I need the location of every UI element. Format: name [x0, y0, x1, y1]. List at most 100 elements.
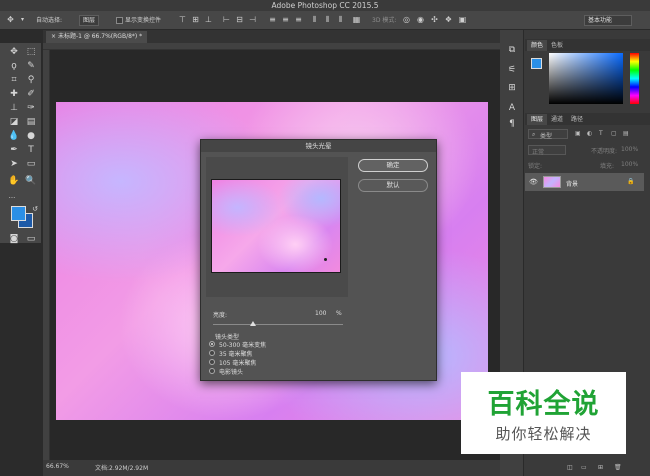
properties-panel-icon[interactable]: ⚟	[506, 64, 518, 76]
lens-option-3-radio[interactable]	[209, 359, 215, 365]
layer-filter-dropdown[interactable]: ⌕ 类型	[528, 129, 568, 140]
workspace-dropdown[interactable]: 基本功能	[584, 15, 632, 26]
roll-3d-icon[interactable]: ◉	[416, 15, 425, 25]
opacity-value[interactable]: 100%	[621, 146, 638, 153]
lens-flare-dialog: 镜头光晕 确定 默认 亮度: 100 % 镜头类型 50-300 毫米变焦 35…	[200, 139, 437, 381]
foreground-color-swatch[interactable]	[11, 206, 26, 221]
align-right-icon[interactable]: ⊣	[248, 15, 257, 25]
tab-paths[interactable]: 路径	[567, 114, 587, 125]
ok-button[interactable]: 确定	[358, 159, 428, 172]
tab-swatches[interactable]: 色板	[547, 40, 567, 51]
brush-tool-icon[interactable]: ✐	[25, 88, 37, 100]
brightness-slider-thumb[interactable]	[250, 321, 257, 326]
hand-tool-icon[interactable]: ✋	[8, 175, 20, 187]
filter-shape-icon[interactable]: ▢	[611, 130, 617, 137]
character-panel-icon[interactable]: A	[506, 102, 518, 114]
eyedropper-tool-icon[interactable]: ⚲	[25, 74, 37, 86]
marquee-tool-icon[interactable]: ⬚	[25, 46, 37, 58]
filter-type-icon[interactable]: T	[599, 130, 603, 137]
type-tool-icon[interactable]: T	[25, 144, 37, 156]
scale-3d-icon[interactable]: ▣	[458, 15, 467, 25]
align-top-icon[interactable]: ⊤	[178, 15, 187, 25]
brightness-slider[interactable]	[213, 324, 343, 325]
orbit-3d-icon[interactable]: ◎	[402, 15, 411, 25]
distribute-bottom-icon[interactable]: ≡	[294, 15, 303, 25]
flare-preview[interactable]	[211, 179, 341, 273]
move-tool-icon[interactable]: ✥	[8, 46, 20, 58]
color-panel-tabs: 颜色 色板	[525, 39, 650, 51]
layer-name[interactable]: 背景	[566, 179, 578, 188]
path-select-tool-icon[interactable]: ➤	[8, 158, 20, 170]
document-tab[interactable]: × 未标题-1 @ 66.7%(RGB/8*) *	[46, 31, 148, 43]
panel-foreground-swatch[interactable]	[531, 58, 542, 69]
align-middle-icon[interactable]: ⊞	[191, 15, 200, 25]
filter-adjustment-icon[interactable]: ◐	[587, 130, 592, 137]
chevron-down-icon[interactable]: ▾	[18, 15, 27, 25]
show-transform-checkbox[interactable]	[116, 17, 123, 24]
more-tools-icon[interactable]: ···	[6, 192, 18, 204]
history-panel-icon[interactable]: ⧉	[506, 44, 518, 56]
lens-option-4-radio[interactable]	[209, 368, 215, 374]
flare-center-handle[interactable]	[324, 258, 327, 261]
gradient-tool-icon[interactable]: ▤	[25, 116, 37, 128]
reset-button[interactable]: 默认	[358, 179, 428, 192]
align-left-icon[interactable]: ⊢	[222, 15, 231, 25]
pen-tool-icon[interactable]: ✒	[8, 144, 20, 156]
distribute-center-icon[interactable]: ⦀	[323, 15, 332, 25]
document-info[interactable]: 文档:2.92M/2.92M	[95, 463, 148, 472]
zoom-level[interactable]: 66.67%	[46, 463, 69, 470]
distribute-middle-icon[interactable]: ≡	[281, 15, 290, 25]
paragraph-panel-icon[interactable]: ¶	[506, 118, 518, 130]
watermark: 百科全说 助你轻松解决	[461, 372, 626, 454]
pan-3d-icon[interactable]: ✣	[430, 15, 439, 25]
new-layer-icon[interactable]: ⊞	[598, 464, 603, 471]
blend-mode-dropdown[interactable]: 正常	[528, 145, 566, 156]
distribute-left-icon[interactable]: ⦀	[310, 15, 319, 25]
filter-smart-object-icon[interactable]: ▤	[623, 130, 629, 137]
new-group-icon[interactable]: ▭	[581, 464, 587, 471]
fill-value[interactable]: 100%	[621, 161, 638, 168]
slide-3d-icon[interactable]: ❖	[444, 15, 453, 25]
hue-slider[interactable]	[630, 53, 639, 104]
align-bottom-icon[interactable]: ⊥	[204, 15, 213, 25]
auto-select-dropdown[interactable]: 图层	[79, 15, 100, 26]
adjustments-panel-icon[interactable]: ⊞	[506, 82, 518, 94]
zoom-tool-icon[interactable]: 🔍	[25, 175, 37, 187]
auto-align-icon[interactable]: ▦	[352, 15, 361, 25]
add-mask-icon[interactable]: ◫	[567, 464, 573, 471]
options-bar: ✥ ▾ 自动选择: 图层 显示变换控件 ⊤ ⊞ ⊥ ⊢ ⊟ ⊣ ≡ ≡ ≡ ⦀ …	[0, 11, 650, 30]
history-brush-tool-icon[interactable]: ✑	[25, 102, 37, 114]
lens-option-3-label[interactable]: 105 毫米聚焦	[219, 358, 256, 367]
dodge-tool-icon[interactable]: ●	[25, 130, 37, 142]
lens-option-2-radio[interactable]	[209, 350, 215, 356]
distribute-top-icon[interactable]: ≡	[268, 15, 277, 25]
color-picker-field[interactable]	[549, 53, 623, 104]
lens-option-1-radio[interactable]	[209, 341, 215, 347]
lens-option-2-label[interactable]: 35 毫米聚焦	[219, 349, 253, 358]
quick-mask-icon[interactable]: ◙	[8, 233, 20, 245]
close-icon[interactable]: ×	[51, 33, 58, 40]
brightness-value[interactable]: 100	[315, 310, 326, 317]
move-icon[interactable]: ✥	[6, 15, 15, 25]
screen-mode-icon[interactable]: ▭	[25, 233, 37, 245]
blur-tool-icon[interactable]: 💧	[8, 130, 20, 142]
lens-option-1-label[interactable]: 50-300 毫米变焦	[219, 340, 266, 349]
lens-option-4-label[interactable]: 电影镜头	[219, 367, 243, 376]
status-bar: 66.67% 文档:2.92M/2.92M	[43, 460, 500, 476]
healing-brush-tool-icon[interactable]: ✚	[8, 88, 20, 100]
filter-image-icon[interactable]: ▣	[575, 130, 581, 137]
eye-icon[interactable]: 👁	[529, 178, 538, 186]
clone-stamp-tool-icon[interactable]: ⊥	[8, 102, 20, 114]
distribute-right-icon[interactable]: ⦀	[336, 15, 345, 25]
align-center-icon[interactable]: ⊟	[235, 15, 244, 25]
crop-tool-icon[interactable]: ⌗	[8, 74, 20, 86]
tab-color[interactable]: 颜色	[527, 40, 548, 51]
tab-layers[interactable]: 图层	[527, 114, 548, 125]
quick-select-tool-icon[interactable]: ✎	[25, 60, 37, 72]
eraser-tool-icon[interactable]: ◪	[8, 116, 20, 128]
rectangle-tool-icon[interactable]: ▭	[25, 158, 37, 170]
delete-layer-icon[interactable]: 🗑	[614, 464, 622, 471]
title-bar: Adobe Photoshop CC 2015.5	[0, 0, 650, 11]
lasso-tool-icon[interactable]: ϙ	[8, 60, 20, 72]
tab-channels[interactable]: 通道	[547, 114, 567, 125]
